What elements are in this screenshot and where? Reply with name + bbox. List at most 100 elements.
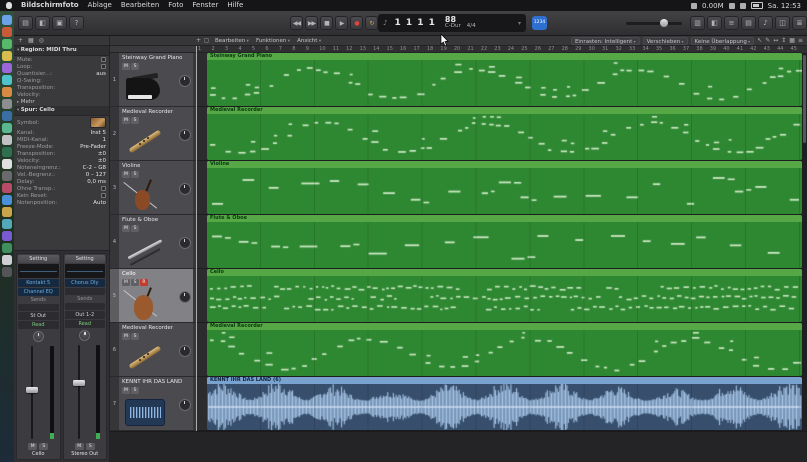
- solo-button[interactable]: S: [131, 279, 139, 286]
- ruler-bar-38[interactable]: 38: [696, 46, 702, 52]
- lcd-position[interactable]: 1 1 1 1: [394, 18, 435, 28]
- track-header-6[interactable]: 6 Medieval Recorder M S: [110, 323, 196, 377]
- add-icon[interactable]: +: [18, 36, 23, 46]
- midi-region[interactable]: Medieval Recorder: [207, 107, 802, 160]
- track-header-2[interactable]: 2 Medieval Recorder M S: [110, 107, 196, 161]
- library-grid-icon[interactable]: ▦: [28, 36, 34, 46]
- play-button[interactable]: ▶: [335, 16, 348, 30]
- solo-button[interactable]: S: [39, 442, 49, 450]
- track-param-value[interactable]: C-2 – G8: [83, 165, 106, 171]
- ruler-bar-28[interactable]: 28: [562, 46, 568, 52]
- ruler-bar-36[interactable]: 36: [669, 46, 675, 52]
- ruler-bar-39[interactable]: 39: [710, 46, 716, 52]
- send-slot-empty[interactable]: [18, 304, 59, 311]
- bar-ruler[interactable]: 1 2 3 4 5 6 7 8 9 10 11 12 13 14 15 16 17 18 19 20 21 22 23 24 2…: [196, 46, 802, 53]
- mute-button[interactable]: M: [122, 387, 130, 394]
- cycle-button[interactable]: ↻: [365, 16, 378, 30]
- menu-item-6[interactable]: Hilfe: [227, 0, 243, 11]
- vertical-scrollbar-thumb[interactable]: [803, 55, 806, 143]
- ruler-bar-41[interactable]: 41: [737, 46, 743, 52]
- midi-region[interactable]: Violine: [207, 161, 802, 214]
- ruler-bar-40[interactable]: 40: [723, 46, 729, 52]
- zoom-vertical-icon[interactable]: ↕: [781, 37, 786, 44]
- lcd-dropdown-icon[interactable]: ▾: [518, 20, 521, 27]
- mute-button[interactable]: M: [122, 279, 130, 286]
- track-param-value[interactable]: ±0: [98, 158, 106, 164]
- toolbar-settings-icon[interactable]: ▣: [52, 16, 67, 30]
- ruler-bar-9[interactable]: 9: [306, 46, 309, 52]
- quick-help-icon[interactable]: ?: [69, 16, 84, 30]
- fader-cap[interactable]: [26, 386, 38, 393]
- record-button[interactable]: ●: [350, 16, 363, 30]
- snap-dropdown[interactable]: Einrasten: Intelligent: [570, 36, 640, 45]
- add-track-button[interactable]: +: [196, 36, 201, 46]
- audio-region[interactable]: KENNT IHR DAS LAND (6): [207, 377, 802, 430]
- ruler-bar-13[interactable]: 13: [360, 46, 366, 52]
- ruler-bar-17[interactable]: 17: [413, 46, 419, 52]
- ruler-bar-16[interactable]: 16: [400, 46, 406, 52]
- status-wifi-icon[interactable]: [739, 2, 746, 9]
- zoom-horizontal-icon[interactable]: ↔: [773, 37, 778, 44]
- ruler-bar-43[interactable]: 43: [764, 46, 770, 52]
- track-volume-knob[interactable]: [179, 345, 191, 357]
- region-more[interactable]: Mehr: [14, 98, 109, 106]
- mute-button[interactable]: M: [122, 63, 130, 70]
- solo-button[interactable]: S: [85, 442, 95, 450]
- dock-app-icon-3[interactable]: [2, 39, 12, 49]
- output-slot[interactable]: Out 1-2: [64, 311, 105, 319]
- record-enable-button[interactable]: R: [140, 279, 148, 286]
- track-param-checkbox[interactable]: [101, 193, 106, 198]
- track-param-value[interactable]: Pre-Fader: [80, 144, 106, 150]
- insert-slot[interactable]: Kontakt 5: [18, 279, 59, 287]
- mute-button[interactable]: M: [28, 442, 38, 450]
- dock-app-icon-1[interactable]: [2, 15, 12, 25]
- dock-app-icon-6[interactable]: [2, 75, 12, 85]
- view-options-icon[interactable]: ≡: [798, 37, 803, 44]
- apple-menu-icon[interactable]: [6, 2, 12, 9]
- ruler-bar-23[interactable]: 23: [494, 46, 500, 52]
- stop-button[interactable]: ■: [320, 16, 333, 30]
- eq-display[interactable]: [64, 264, 105, 278]
- playhead[interactable]: [196, 46, 197, 431]
- track-param-value[interactable]: 0,0 ms: [87, 179, 106, 185]
- track-lane-6[interactable]: Medieval Recorder: [196, 323, 802, 377]
- ruler-bar-22[interactable]: 22: [481, 46, 487, 52]
- master-volume-slider[interactable]: [626, 19, 682, 27]
- solo-button[interactable]: S: [131, 171, 139, 178]
- ruler-bar-5[interactable]: 5: [252, 46, 255, 52]
- mute-button[interactable]: M: [122, 117, 130, 124]
- ruler-bar-45[interactable]: 45: [791, 46, 797, 52]
- region-param-value[interactable]: aus: [96, 71, 106, 77]
- track-header-3[interactable]: 3 Violine M S: [110, 161, 196, 215]
- mute-button[interactable]: M: [74, 442, 84, 450]
- ruler-bar-30[interactable]: 30: [589, 46, 595, 52]
- list-editors-icon[interactable]: ≣: [792, 16, 807, 30]
- menu-item-1[interactable]: Bildschirmfoto: [21, 0, 79, 11]
- ruler-bar-4[interactable]: 4: [238, 46, 241, 52]
- status-display-icon[interactable]: [691, 2, 697, 9]
- dock-app-icon-11[interactable]: [2, 135, 12, 145]
- status-bluetooth-icon[interactable]: [728, 2, 735, 9]
- lcd-display[interactable]: ♪ 1 1 1 1 88 C-Dur 4/4 ▾: [378, 14, 526, 32]
- track-volume-knob[interactable]: [179, 237, 191, 249]
- ruler-bar-2[interactable]: 2: [211, 46, 214, 52]
- ruler-bar-29[interactable]: 29: [575, 46, 581, 52]
- menu-item-3[interactable]: Bearbeiten: [121, 0, 159, 11]
- ruler-bar-7[interactable]: 7: [279, 46, 282, 52]
- track-volume-knob[interactable]: [179, 291, 191, 303]
- fader-cap[interactable]: [72, 380, 85, 387]
- apple-loops-icon[interactable]: ♪: [758, 16, 773, 30]
- eq-display[interactable]: [18, 264, 59, 278]
- mute-button[interactable]: M: [122, 333, 130, 340]
- track-header-1[interactable]: 1 Steinway Grand Piano M S: [110, 53, 196, 107]
- channel-fader[interactable]: [65, 343, 106, 441]
- insert-slot[interactable]: Chorus Dly: [64, 279, 105, 287]
- output-slot[interactable]: St Out: [18, 312, 59, 320]
- battery-icon[interactable]: [750, 2, 763, 9]
- track-param-value[interactable]: ±0: [98, 151, 106, 157]
- browsers-icon[interactable]: ◫: [775, 16, 790, 30]
- pan-knob[interactable]: [79, 330, 91, 341]
- forward-button[interactable]: ▶▶: [305, 16, 318, 30]
- track-header-5[interactable]: 5 Cello M S R: [110, 269, 196, 323]
- dock-app-icon-21[interactable]: [2, 255, 12, 265]
